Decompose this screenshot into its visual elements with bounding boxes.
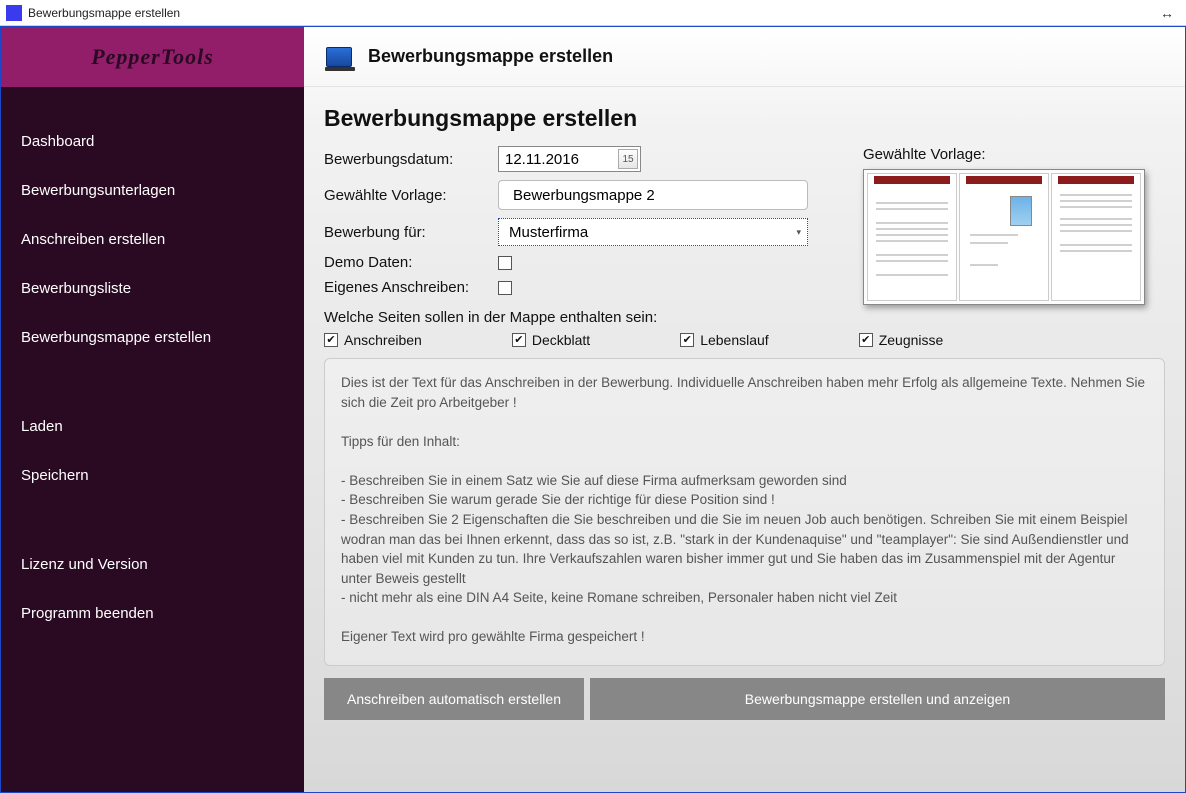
preview-title: Gewählte Vorlage: [863, 146, 1165, 163]
create-show-button[interactable]: Bewerbungsmappe erstellen und anzeigen [590, 678, 1165, 720]
check-anschreiben[interactable]: Anschreiben [324, 332, 422, 348]
sidebar-item-bewerbungsmappe-erstellen[interactable]: Bewerbungsmappe erstellen [1, 313, 304, 362]
checkbox-own-letter[interactable] [498, 281, 512, 295]
label-date: Bewerbungsdatum: [324, 151, 498, 168]
applyfor-value: Musterfirma [509, 224, 588, 241]
brand-bar: PepperTools [1, 27, 304, 87]
app-icon [6, 5, 22, 21]
label-demo: Demo Daten: [324, 254, 498, 271]
sidebar: PepperTools Dashboard Bewerbungsunterlag… [1, 27, 304, 792]
checkbox-anschreiben[interactable] [324, 333, 338, 347]
action-row: Anschreiben automatisch erstellen Bewerb… [324, 678, 1165, 720]
checkbox-label: Anschreiben [344, 332, 422, 348]
label-own-letter: Eigenes Anschreiben: [324, 279, 498, 296]
sidebar-item-lizenz-version[interactable]: Lizenz und Version [1, 540, 304, 589]
date-input[interactable]: 12.11.2016 15 [498, 146, 641, 172]
page-title: Bewerbungsmappe erstellen [324, 105, 1165, 132]
tips-box: Dies ist der Text für das Anschreiben in… [324, 358, 1165, 666]
content: Bewerbungsmappe erstellen Bewerbungsmapp… [304, 27, 1185, 792]
checkbox-label: Deckblatt [532, 332, 590, 348]
app-shell: PepperTools Dashboard Bewerbungsunterlag… [0, 26, 1186, 793]
monitor-icon [326, 47, 352, 67]
sidebar-item-bewerbungsliste[interactable]: Bewerbungsliste [1, 264, 304, 313]
check-zeugnisse[interactable]: Zeugnisse [859, 332, 944, 348]
checkbox-zeugnisse[interactable] [859, 333, 873, 347]
template-preview [863, 169, 1145, 305]
row-template: Gewählte Vorlage: Bewerbungsmappe 2 [324, 180, 845, 210]
label-template: Gewählte Vorlage: [324, 187, 498, 204]
header-title: Bewerbungsmappe erstellen [368, 46, 613, 67]
resize-icon[interactable]: ↔ [1154, 5, 1180, 21]
sidebar-item-speichern[interactable]: Speichern [1, 451, 304, 500]
row-date: Bewerbungsdatum: 12.11.2016 15 [324, 146, 845, 172]
checkbox-label: Zeugnisse [879, 332, 944, 348]
checkbox-demo[interactable] [498, 256, 512, 270]
row-applyfor: Bewerbung für: Musterfirma ▾ [324, 218, 845, 246]
calendar-icon[interactable]: 15 [618, 149, 638, 169]
sidebar-item-laden[interactable]: Laden [1, 402, 304, 451]
checks-row: Anschreiben Deckblatt Lebenslauf Zeugnis… [324, 332, 1165, 348]
page-body: Bewerbungsmappe erstellen Bewerbungsdatu… [304, 87, 1185, 792]
preview-page-2 [959, 173, 1049, 301]
chevron-down-icon: ▾ [796, 227, 801, 238]
sidebar-item-dashboard[interactable]: Dashboard [1, 117, 304, 166]
brand-text: PepperTools [91, 44, 214, 70]
nav: Dashboard Bewerbungsunterlagen Anschreib… [1, 87, 304, 792]
auto-create-button[interactable]: Anschreiben automatisch erstellen [324, 678, 584, 720]
section-question: Welche Seiten sollen in der Mappe enthal… [324, 309, 1165, 326]
checkbox-deckblatt[interactable] [512, 333, 526, 347]
label-applyfor: Bewerbung für: [324, 224, 498, 241]
titlebar: Bewerbungsmappe erstellen ↔ [0, 0, 1186, 26]
template-field[interactable]: Bewerbungsmappe 2 [498, 180, 808, 210]
window-title: Bewerbungsmappe erstellen [28, 6, 1154, 20]
preview-column: Gewählte Vorlage: [863, 146, 1165, 305]
content-header: Bewerbungsmappe erstellen [304, 27, 1185, 87]
sidebar-item-bewerbungsunterlagen[interactable]: Bewerbungsunterlagen [1, 166, 304, 215]
form-area: Bewerbungsdatum: 12.11.2016 15 Gewählte … [324, 146, 1165, 305]
applyfor-combo[interactable]: Musterfirma ▾ [498, 218, 808, 246]
template-value: Bewerbungsmappe 2 [513, 187, 655, 204]
check-lebenslauf[interactable]: Lebenslauf [680, 332, 769, 348]
date-value: 12.11.2016 [505, 151, 579, 168]
sidebar-item-anschreiben-erstellen[interactable]: Anschreiben erstellen [1, 215, 304, 264]
preview-page-1 [867, 173, 957, 301]
check-deckblatt[interactable]: Deckblatt [512, 332, 590, 348]
form-left: Bewerbungsdatum: 12.11.2016 15 Gewählte … [324, 146, 845, 305]
checkbox-label: Lebenslauf [700, 332, 769, 348]
checkbox-lebenslauf[interactable] [680, 333, 694, 347]
sidebar-item-programm-beenden[interactable]: Programm beenden [1, 589, 304, 638]
row-own-letter: Eigenes Anschreiben: [324, 279, 845, 296]
row-demo: Demo Daten: [324, 254, 845, 271]
preview-page-3 [1051, 173, 1141, 301]
